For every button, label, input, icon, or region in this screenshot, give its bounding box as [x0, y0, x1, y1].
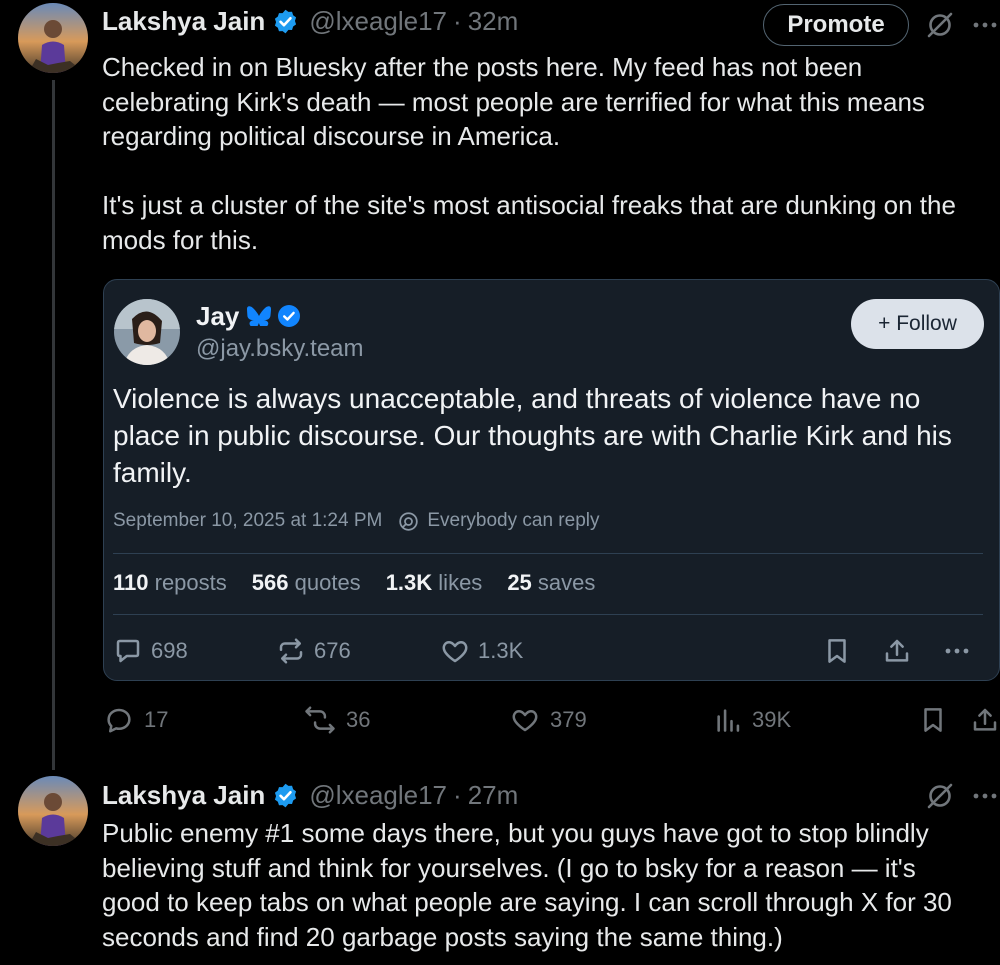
divider [113, 614, 983, 615]
views-button[interactable]: 39K [714, 705, 791, 735]
embed-repost-button[interactable]: 676 [276, 636, 351, 666]
verified-badge-icon [277, 304, 301, 328]
reply-count: 17 [144, 707, 169, 732]
reply-button[interactable]: 17 [104, 705, 168, 735]
embed-reply-button[interactable]: 698 [113, 636, 188, 666]
embed-avatar[interactable] [114, 299, 180, 365]
like-icon [512, 710, 538, 732]
more-icon[interactable] [970, 10, 1000, 40]
embed-author-name[interactable]: Jay [196, 301, 239, 332]
embed-like-count: 1.3K [478, 638, 524, 663]
globe-icon [398, 511, 419, 532]
repost-count: 36 [346, 707, 371, 732]
share-icon[interactable] [882, 636, 920, 666]
embed-stats: 110 reposts 566 quotes 1.3K likes 25 sav… [113, 570, 620, 596]
divider [113, 553, 983, 554]
post-text: Checked in on Bluesky after the posts he… [102, 52, 956, 255]
separator-dot: · [453, 779, 462, 810]
embed-author-handle[interactable]: @jay.bsky.team [196, 335, 364, 363]
thread-connector-line [52, 80, 55, 770]
author-handle[interactable]: @lxeagle17 [309, 6, 447, 37]
tweet-header: Lakshya Jain @lxeagle17 · 32m [102, 1, 518, 41]
follow-button[interactable]: + Follow [851, 299, 984, 349]
embed-repost-count: 676 [314, 638, 351, 663]
author-name[interactable]: Lakshya Jain [102, 6, 265, 37]
verified-badge-icon [272, 8, 299, 35]
reply-setting[interactable]: Everybody can reply [427, 510, 599, 532]
tweet-header: Lakshya Jain @lxeagle17 · 27m [102, 775, 518, 815]
post-time[interactable]: 27m [468, 780, 519, 811]
embed-post-text: Violence is always unacceptable, and thr… [113, 383, 952, 488]
like-count: 379 [550, 707, 587, 732]
post-time[interactable]: 32m [468, 6, 519, 37]
verified-badge-icon [272, 782, 299, 809]
promote-button[interactable]: Promote [763, 4, 909, 46]
more-icon[interactable] [970, 781, 1000, 811]
stat-saves[interactable]: 25 saves [507, 570, 595, 596]
avatar[interactable] [18, 3, 88, 73]
embed-like-button[interactable]: 1.3K [440, 636, 523, 666]
grok-icon[interactable] [925, 781, 955, 811]
embed-reply-count: 698 [151, 638, 188, 663]
author-name[interactable]: Lakshya Jain [102, 780, 265, 811]
like-icon [442, 641, 468, 663]
reply-icon [116, 639, 140, 663]
grok-icon[interactable] [925, 10, 955, 40]
butterfly-icon [247, 306, 272, 326]
bookmark-icon[interactable] [918, 705, 958, 735]
stat-likes[interactable]: 1.3K likes [386, 570, 483, 596]
embed-timestamp: September 10, 2025 at 1:24 PM [113, 510, 383, 531]
author-handle[interactable]: @lxeagle17 [309, 780, 447, 811]
embed-meta: September 10, 2025 at 1:24 PM Everybody … [113, 510, 600, 532]
repost-icon [279, 638, 303, 664]
bookmark-icon[interactable] [822, 636, 860, 666]
stat-reposts[interactable]: 110 reposts [113, 570, 227, 596]
embedded-bluesky-post[interactable]: Jay @jay.bsky.team + Follow Violence is … [103, 279, 1000, 681]
embed-name-row: Jay [196, 298, 301, 334]
separator-dot: · [453, 5, 462, 36]
reply-icon [107, 708, 131, 733]
view-count: 39K [752, 707, 792, 732]
like-button[interactable]: 379 [510, 705, 587, 735]
post-text: Public enemy #1 some days there, but you… [102, 818, 952, 952]
more-icon[interactable] [942, 636, 980, 666]
share-icon[interactable] [970, 705, 1000, 735]
stat-quotes[interactable]: 566 quotes [252, 570, 361, 596]
avatar[interactable] [18, 776, 88, 846]
repost-button[interactable]: 36 [304, 705, 370, 735]
repost-icon [305, 706, 335, 734]
views-icon [717, 709, 740, 732]
